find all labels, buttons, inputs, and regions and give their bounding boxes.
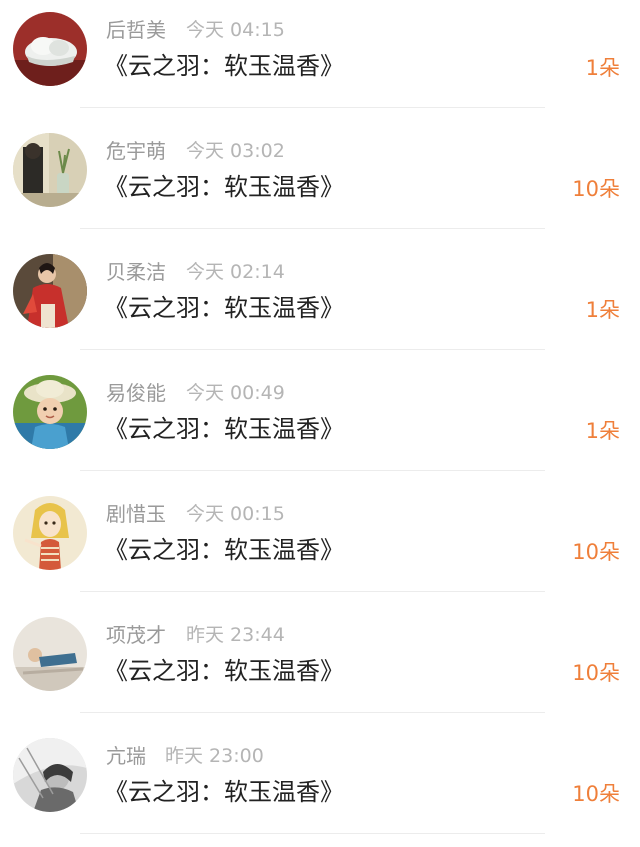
white-flower-sculpture-avatar[interactable]	[13, 12, 87, 86]
flower-count: 10朵	[572, 782, 620, 806]
timestamp: 今天 03:02	[186, 140, 285, 162]
work-title[interactable]: 《云之羽：软玉温香》	[104, 655, 344, 687]
work-title[interactable]: 《云之羽：软玉温香》	[104, 413, 344, 445]
timestamp: 今天 00:49	[186, 382, 285, 404]
list-item[interactable]: 亢瑞 昨天 23:00 《云之羽：软玉温香》 10朵	[0, 726, 640, 847]
flower-count: 1朵	[585, 419, 620, 443]
work-title[interactable]: 《云之羽：软玉温香》	[104, 171, 344, 203]
timestamp: 昨天 23:44	[186, 624, 285, 646]
divider	[80, 349, 545, 350]
list-item[interactable]: 易俊能 今天 00:49 《云之羽：软玉温香》 1朵	[0, 363, 640, 484]
flower-count: 10朵	[572, 177, 620, 201]
user-name: 贝柔洁	[106, 260, 166, 284]
divider	[80, 591, 545, 592]
work-title[interactable]: 《云之羽：软玉温香》	[104, 534, 344, 566]
flower-count: 1朵	[585, 298, 620, 322]
timestamp: 今天 04:15	[186, 19, 285, 41]
user-name: 项茂才	[106, 623, 166, 647]
user-name: 剧惜玉	[106, 502, 166, 526]
user-name: 后哲美	[106, 18, 166, 42]
list-item[interactable]: 后哲美 今天 04:15 《云之羽：软玉温香》 1朵	[0, 0, 640, 121]
list-item[interactable]: 贝柔洁 今天 02:14 《云之羽：软玉温香》 1朵	[0, 242, 640, 363]
flower-count: 10朵	[572, 661, 620, 685]
timestamp: 今天 00:15	[186, 503, 285, 525]
timestamp: 今天 02:14	[186, 261, 285, 283]
list-item[interactable]: 项茂才 昨天 23:44 《云之羽：软玉温香》 10朵	[0, 605, 640, 726]
grayscale-portrait-avatar[interactable]	[13, 738, 87, 812]
woman-in-red-avatar[interactable]	[13, 254, 87, 328]
child-with-hat-avatar[interactable]	[13, 375, 87, 449]
divider	[80, 228, 545, 229]
list-item[interactable]: 剧惜玉 今天 00:15 《云之羽：软玉温香》 10朵	[0, 484, 640, 605]
timestamp: 昨天 23:00	[165, 745, 264, 767]
flower-count: 1朵	[585, 56, 620, 80]
divider	[80, 107, 545, 108]
work-title[interactable]: 《云之羽：软玉温香》	[104, 292, 344, 324]
girl-with-vase-avatar[interactable]	[13, 133, 87, 207]
user-name: 危宇萌	[106, 139, 166, 163]
flower-count: 10朵	[572, 540, 620, 564]
divider	[80, 833, 545, 834]
user-name: 易俊能	[106, 381, 166, 405]
person-lying-avatar[interactable]	[13, 617, 87, 691]
user-name: 亢瑞	[106, 744, 146, 768]
divider	[80, 470, 545, 471]
divider	[80, 712, 545, 713]
cartoon-girl-avatar[interactable]	[13, 496, 87, 570]
work-title[interactable]: 《云之羽：软玉温香》	[104, 50, 344, 82]
work-title[interactable]: 《云之羽：软玉温香》	[104, 776, 344, 808]
list-item[interactable]: 危宇萌 今天 03:02 《云之羽：软玉温香》 10朵	[0, 121, 640, 242]
